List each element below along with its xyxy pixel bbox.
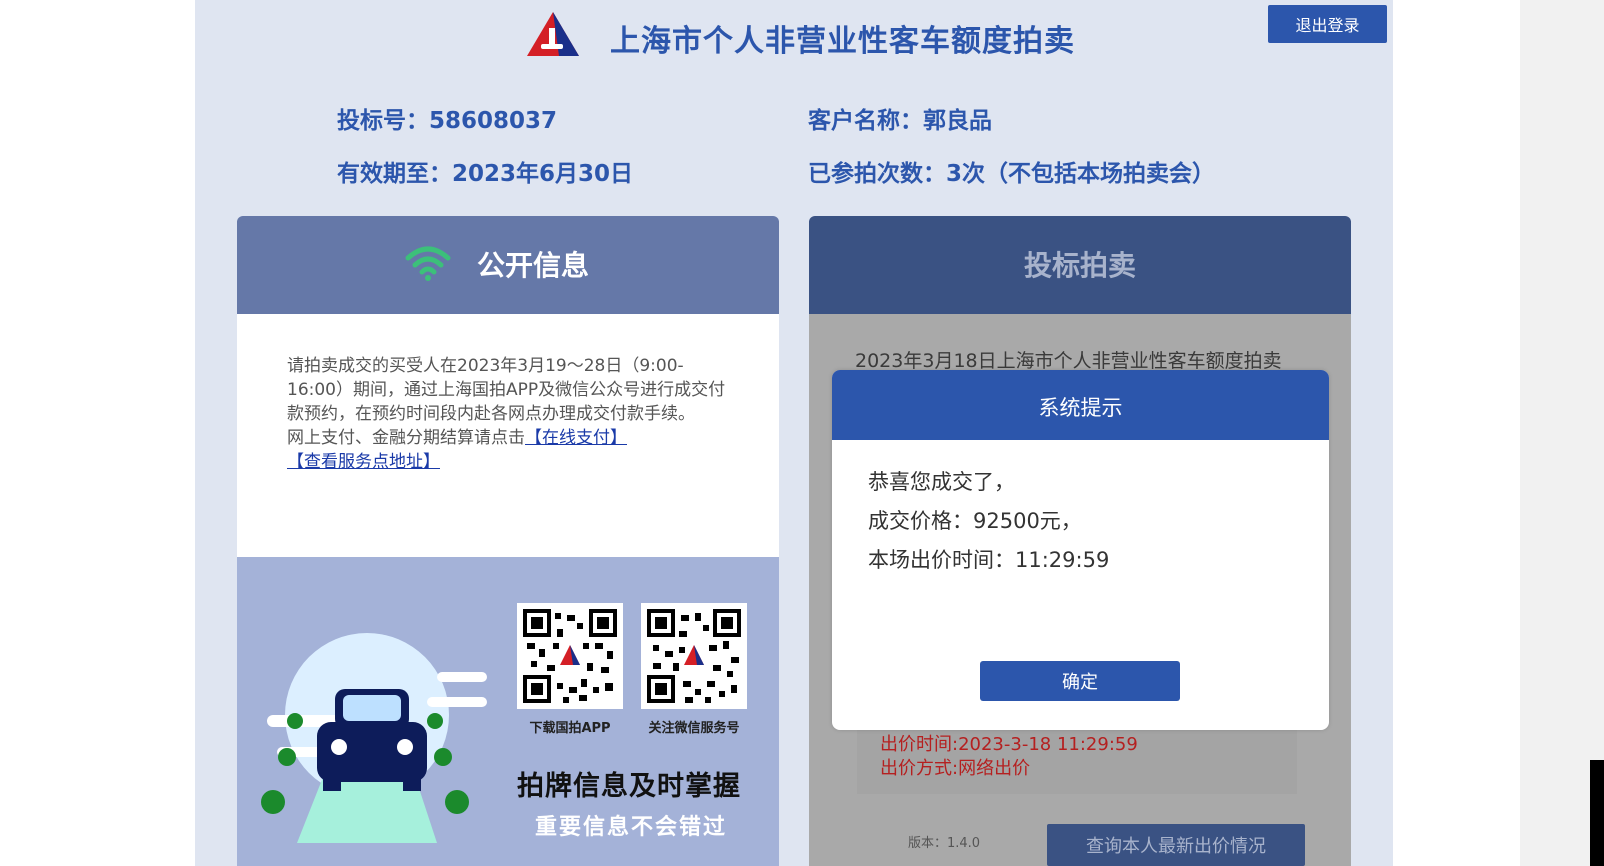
auction-name: 2023年3月18日上海市个人非营业性客车额度拍卖 (855, 350, 1282, 372)
public-info-body: 请拍卖成交的买受人在2023年3月19～28日（9:00-16:00）期间，通过… (237, 314, 779, 557)
auction-count: 已参拍次数：3次（不包括本场拍卖会） (808, 154, 1215, 188)
public-info-title: 公开信息 (477, 249, 590, 282)
dialog-title: 系统提示 (1038, 396, 1123, 420)
wechat-qr-code (641, 603, 747, 709)
bidding-header: 投标拍卖 (809, 216, 1351, 314)
page-title: 上海市个人非营业性客车额度拍卖 (610, 24, 1075, 59)
promo-subline: 重要信息不会错过 (535, 815, 728, 840)
promo-banner: 下载国拍APP 关注微信服务号 拍牌信息及时掌握 重要信息不会错过 (237, 557, 779, 866)
wechat-qr-label: 关注微信服务号 (648, 721, 740, 736)
pay-prefix: 网上支付、金融分期结算请点击 (287, 428, 525, 448)
query-latest-bid-button[interactable]: 查询本人最新出价情况 (1047, 824, 1305, 866)
online-pay-link[interactable]: 【在线支付】 (525, 428, 627, 448)
dialog-header: 系统提示 (832, 370, 1329, 440)
scrollbar[interactable] (1520, 0, 1604, 866)
confirm-button[interactable]: 确定 (980, 661, 1180, 701)
service-address-link[interactable]: 【查看服务点地址】 (287, 452, 440, 472)
screen-edge (1590, 760, 1604, 866)
bidding-title: 投标拍卖 (1023, 249, 1136, 282)
customer-name-value: 郭良品 (923, 108, 992, 134)
public-info-header: 公开信息 (237, 216, 779, 314)
valid-until-value: 2023年6月30日 (452, 161, 634, 187)
customer-name-label: 客户名称： (808, 108, 923, 134)
auction-count-label: 已参拍次数： (808, 161, 946, 187)
valid-until-label: 有效期至： (337, 161, 452, 187)
wifi-icon (405, 246, 451, 281)
version-label: 版本：1.4.0 (908, 836, 981, 851)
valid-until: 有效期至：2023年6月30日 (337, 154, 633, 188)
notice-paragraph: 请拍卖成交的买受人在2023年3月19～28日（9:00-16:00）期间，通过… (287, 356, 726, 424)
public-info-panel: 公开信息 请拍卖成交的买受人在2023年3月19～28日（9:00-16:00）… (237, 216, 779, 866)
bid-number: 投标号：58608037 (337, 101, 557, 135)
bid-number-value: 58608037 (429, 108, 558, 134)
dialog-message-line2: 成交价格：92500元， (868, 509, 1082, 533)
bid-time: 出价时间:2023-3-18 11:29:59 (880, 734, 1138, 755)
notice-text: 请拍卖成交的买受人在2023年3月19～28日（9:00-16:00）期间，通过… (287, 354, 732, 474)
auction-count-value: 3次（不包括本场拍卖会） (946, 161, 1216, 187)
bid-method: 出价方式:网络出价 (880, 758, 1031, 779)
system-alert-dialog: 系统提示 恭喜您成交了， 成交价格：92500元， 本场出价时间：11:29:5… (832, 370, 1329, 730)
dialog-message-line1: 恭喜您成交了， (868, 470, 1015, 494)
dialog-message-line3: 本场出价时间：11:29:59 (868, 548, 1110, 572)
app-qr-label: 下载国拍APP (529, 721, 611, 736)
logo-icon (527, 12, 579, 56)
car-illustration (261, 633, 487, 843)
promo-headline: 拍牌信息及时掌握 (517, 771, 741, 802)
logout-button[interactable]: 退出登录 (1268, 5, 1387, 43)
app-qr-code (517, 603, 623, 709)
customer-name: 客户名称：郭良品 (808, 101, 992, 135)
bid-number-label: 投标号： (337, 108, 429, 134)
